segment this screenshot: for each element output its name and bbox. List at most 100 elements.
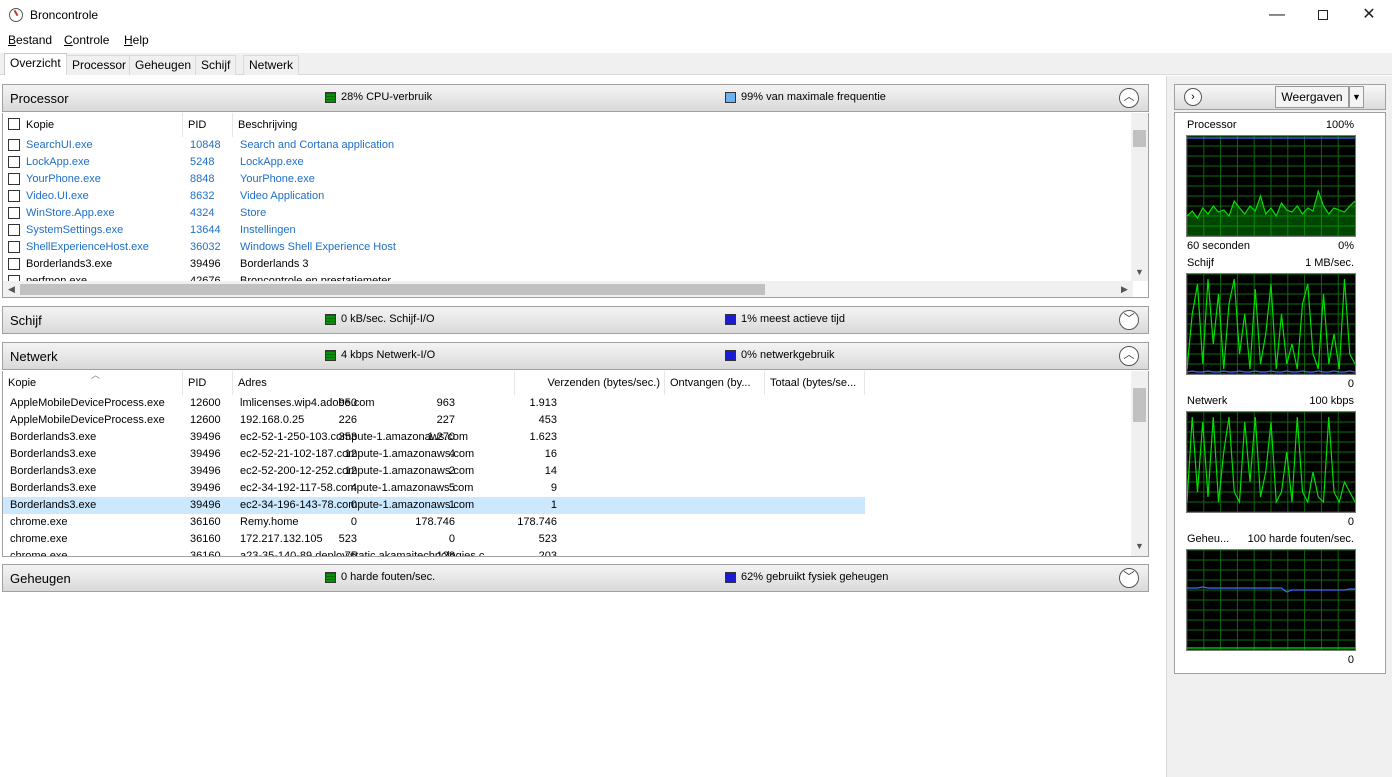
network-pid: 39496 (190, 499, 221, 511)
memory-section-header[interactable]: Geheugen 0 harde fouten/sec. 62% gebruik… (2, 564, 1149, 592)
column-header-kopie[interactable]: Kopie (3, 113, 183, 137)
process-row[interactable]: Video.UI.exe 8632 Video Application (3, 188, 1133, 205)
process-row[interactable]: ShellExperienceHost.exe 36032 Windows Shel… (3, 239, 1133, 256)
process-checkbox[interactable] (8, 156, 20, 168)
expand-chevron-icon[interactable]: ﹀ (1119, 568, 1139, 588)
scroll-left-arrow-icon[interactable]: ◀ (3, 281, 20, 297)
scroll-thumb[interactable] (1133, 130, 1146, 147)
column-header-verzenden[interactable]: Verzenden (bytes/sec.) (515, 371, 665, 395)
close-button[interactable]: ✕ (1346, 0, 1392, 30)
network-row[interactable]: chrome.exe 36160 a23-35-140-89.deploy.stat… (3, 548, 865, 557)
process-description: Video Application (240, 190, 325, 202)
column-header-ontvangen[interactable]: Ontvangen (by... (665, 371, 765, 395)
graph-max: 100 kbps (1309, 395, 1354, 407)
menu-help[interactable]: Help (124, 33, 149, 47)
cpu-usage-stat: 28% CPU-verbruik (341, 91, 433, 103)
graph-title: Geheu... (1187, 533, 1230, 545)
maximize-button[interactable] (1300, 0, 1346, 30)
bytes-sent: 950 (338, 397, 357, 409)
network-row[interactable]: Borderlands3.exe 39496 ec2-34-192-117-58.c… (3, 480, 865, 497)
bytes-total: 14 (544, 465, 557, 477)
tab-processor[interactable]: Processor (66, 55, 133, 75)
process-name: Borderlands3.exe (26, 258, 113, 270)
network-row[interactable]: chrome.exe 36160 172.217.132.105 523 0 523 (3, 531, 865, 548)
dropdown-arrow-icon[interactable]: ▼ (1349, 86, 1364, 108)
column-header-beschrijving[interactable]: Beschrijving (233, 113, 1133, 137)
views-dropdown[interactable]: Weergaven (1275, 86, 1349, 108)
network-address: ec2-52-21-102-187.compute-1.amazonaws.co… (240, 448, 475, 460)
network-graph (1186, 411, 1356, 513)
process-row[interactable]: YourPhone.exe 8848 YourPhone.exe (3, 171, 1133, 188)
select-all-checkbox[interactable] (8, 118, 20, 130)
network-section-header[interactable]: Netwerk 4 kbps Netwerk-I/O 0% netwerkgeb… (2, 342, 1149, 370)
tab-geheugen[interactable]: Geheugen (129, 55, 198, 75)
process-checkbox[interactable] (8, 224, 20, 236)
column-header-pid[interactable]: PID (183, 371, 233, 395)
column-header-adres[interactable]: Adres (233, 371, 515, 395)
graph-panel: Processor 100% 60 seconden 0% Schijf 1 M… (1174, 112, 1386, 674)
process-checkbox[interactable] (8, 139, 20, 151)
bytes-received: 0 (448, 533, 455, 545)
process-row[interactable]: WinStore.App.exe 4324 Store (3, 205, 1133, 222)
network-row[interactable]: Borderlands3.exe 39496 ec2-52-21-102-187.c… (3, 446, 865, 463)
process-name: SearchUI.exe (26, 139, 93, 151)
menu-bestand[interactable]: Bestand (8, 33, 52, 47)
network-row[interactable]: Borderlands3.exe 39496 ec2-34-196-143-78.c… (3, 497, 865, 514)
process-row[interactable]: SystemSettings.exe 13644 Instellingen (3, 222, 1133, 239)
overview-main: Processor 28% CPU-verbruik 99% van maxim… (0, 76, 1166, 777)
process-checkbox[interactable] (8, 258, 20, 270)
tab-schijf[interactable]: Schijf (195, 55, 237, 75)
expand-chevron-icon[interactable]: ﹀ (1119, 310, 1139, 330)
hide-panel-chevron-icon[interactable]: › (1184, 88, 1202, 106)
processor-horizontal-scrollbar[interactable]: ◀ ▶ (3, 281, 1133, 297)
network-row[interactable]: AppleMobileDeviceProcess.exe 12600 lmlicen… (3, 395, 865, 412)
graph-min: 0 (1347, 654, 1354, 666)
processor-vertical-scrollbar[interactable]: ▼ (1131, 113, 1148, 281)
graph-max: 100 harde fouten/sec. (1247, 533, 1354, 545)
process-description: Borderlands 3 (240, 258, 309, 270)
tab-netwerk[interactable]: Netwerk (243, 55, 300, 75)
scroll-thumb[interactable] (1133, 388, 1146, 422)
column-header-totaal[interactable]: Totaal (bytes/se... (765, 371, 865, 395)
collapse-chevron-icon[interactable]: ︿ (1119, 346, 1139, 366)
menu-controle[interactable]: Controle (64, 33, 109, 47)
process-checkbox[interactable] (8, 190, 20, 202)
network-vertical-scrollbar[interactable]: ▼ (1131, 371, 1148, 556)
horizontal-scroll-thumb[interactable] (20, 284, 765, 295)
network-process: AppleMobileDeviceProcess.exe (10, 397, 165, 409)
bytes-total: 203 (538, 550, 557, 557)
network-pid: 12600 (190, 397, 221, 409)
column-label: Kopie (26, 119, 55, 131)
process-row[interactable]: SearchUI.exe 10848 Search and Cortana appl… (3, 137, 1133, 154)
collapse-chevron-icon[interactable]: ︿ (1119, 88, 1139, 108)
process-checkbox[interactable] (8, 173, 20, 185)
process-row[interactable]: LockApp.exe 5248 LockApp.exe (3, 154, 1133, 171)
bytes-sent: 0 (350, 499, 357, 511)
processor-graph (1186, 135, 1356, 237)
network-usage-stat: 0% netwerkgebruik (741, 349, 835, 361)
graph-min: 0% (1338, 240, 1354, 252)
process-checkbox[interactable] (8, 241, 20, 253)
graph-title: Schijf (1187, 257, 1214, 269)
processor-section-header[interactable]: Processor 28% CPU-verbruik 99% van maxim… (2, 84, 1149, 112)
network-row[interactable]: AppleMobileDeviceProcess.exe 12600 192.168… (3, 412, 865, 429)
column-header-pid[interactable]: PID (183, 113, 233, 137)
scroll-right-arrow-icon[interactable]: ▶ (1116, 281, 1133, 297)
process-row[interactable]: Borderlands3.exe 39496 Borderlands 3 (3, 256, 1133, 273)
process-pid: 8632 (190, 190, 215, 202)
bytes-total: 453 (538, 414, 557, 426)
minimize-button[interactable]: — (1254, 0, 1300, 30)
network-row[interactable]: Borderlands3.exe 39496 ec2-52-200-12-252.c… (3, 463, 865, 480)
scroll-down-arrow-icon[interactable]: ▼ (1131, 538, 1148, 555)
process-pid: 8848 (190, 173, 215, 185)
process-checkbox[interactable] (8, 207, 20, 219)
window-title: Broncontrole (30, 8, 99, 22)
tab-overzicht[interactable]: Overzicht (4, 53, 67, 75)
network-row[interactable]: chrome.exe 36160 Remy.home 0 178.746 178.746 (3, 514, 865, 531)
processor-panel: Kopie PID Beschrijving SearchUI.exe 10848… (2, 113, 1149, 298)
network-pid: 36160 (190, 516, 221, 528)
disk-section-header[interactable]: Schijf 0 kB/sec. Schijf-I/O 1% meest act… (2, 306, 1149, 334)
network-row[interactable]: Borderlands3.exe 39496 ec2-52-1-250-103.co… (3, 429, 865, 446)
bytes-received: 178.746 (415, 516, 455, 528)
scroll-down-arrow-icon[interactable]: ▼ (1131, 264, 1148, 281)
